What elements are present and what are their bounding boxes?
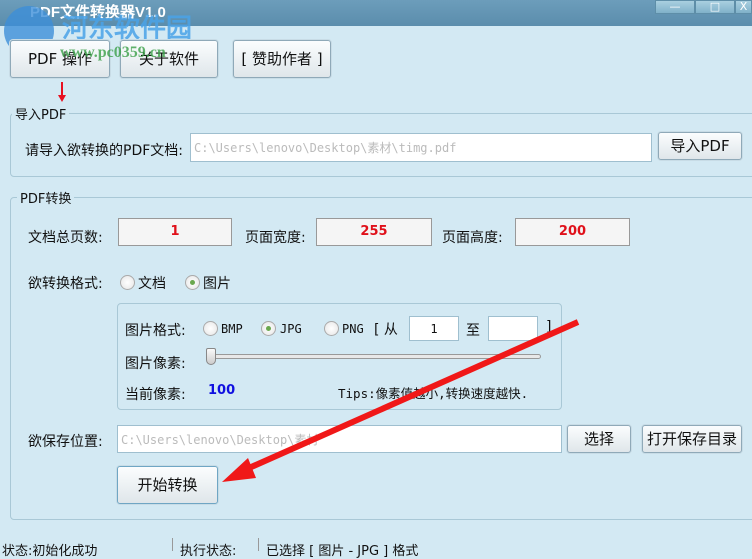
height-value: 200: [515, 218, 630, 246]
total-pages-label: 文档总页数:: [28, 230, 103, 246]
save-path-input[interactable]: C:\Users\lenovo\Desktop\素材: [117, 425, 562, 453]
radio-png[interactable]: [324, 321, 339, 336]
range-to-input[interactable]: [488, 316, 538, 341]
radio-doc[interactable]: [120, 275, 135, 290]
sponsor-button[interactable]: [ 赞助作者 ]: [233, 40, 331, 78]
format-label: 欲转换格式:: [28, 276, 103, 292]
range-to-label: 至: [466, 323, 480, 339]
small-arrow-head-icon: [58, 95, 66, 102]
status-exec-label: 执行状态:: [180, 544, 237, 559]
start-convert-button[interactable]: 开始转换: [117, 466, 218, 504]
current-pixel-label: 当前像素:: [125, 387, 186, 403]
import-label: 请导入欲转换的PDF文档:: [25, 143, 183, 159]
range-open: [ 从: [374, 322, 398, 338]
import-group-title: 导入PDF: [12, 104, 70, 123]
tips-text: Tips:像素值越小,转换速度越快.: [338, 386, 529, 401]
minimize-button[interactable]: —: [655, 0, 695, 14]
pixel-slider-thumb[interactable]: [206, 348, 216, 365]
total-pages-value: 1: [118, 218, 232, 246]
status-divider: [258, 538, 259, 551]
import-path-input[interactable]: C:\Users\lenovo\Desktop\素材\timg.pdf: [190, 133, 652, 162]
radio-png-label: PNG: [342, 322, 364, 336]
convert-group-title: PDF转换: [17, 188, 75, 207]
radio-doc-label: 文档: [138, 276, 166, 292]
range-from-input[interactable]: 1: [409, 316, 459, 341]
open-dir-button[interactable]: 打开保存目录: [642, 425, 742, 453]
current-pixel-value: 100: [208, 383, 236, 398]
radio-jpg-label: JPG: [280, 322, 302, 336]
pixel-slider-track[interactable]: [208, 354, 541, 359]
radio-image[interactable]: [185, 275, 200, 290]
radio-bmp-label: BMP: [221, 322, 243, 336]
image-format-label: 图片格式:: [125, 323, 186, 339]
watermark-url: www.pc0359.cn: [60, 44, 166, 61]
radio-bmp[interactable]: [203, 321, 218, 336]
radio-jpg[interactable]: [261, 321, 276, 336]
range-close: ]: [546, 319, 552, 335]
status-state: 状态:初始化成功: [2, 544, 98, 559]
pixel-label: 图片像素:: [125, 356, 186, 372]
width-label: 页面宽度:: [245, 230, 306, 246]
maximize-button[interactable]: □: [695, 0, 735, 14]
status-divider: [172, 538, 173, 551]
height-label: 页面高度:: [442, 230, 503, 246]
import-pdf-button[interactable]: 导入PDF: [658, 132, 742, 160]
status-selected: 已选择 [ 图片 - JPG ] 格式: [266, 544, 419, 559]
save-label: 欲保存位置:: [28, 434, 103, 450]
width-value: 255: [316, 218, 432, 246]
close-button[interactable]: X: [735, 0, 752, 14]
choose-button[interactable]: 选择: [567, 425, 631, 453]
radio-image-label: 图片: [203, 276, 231, 292]
